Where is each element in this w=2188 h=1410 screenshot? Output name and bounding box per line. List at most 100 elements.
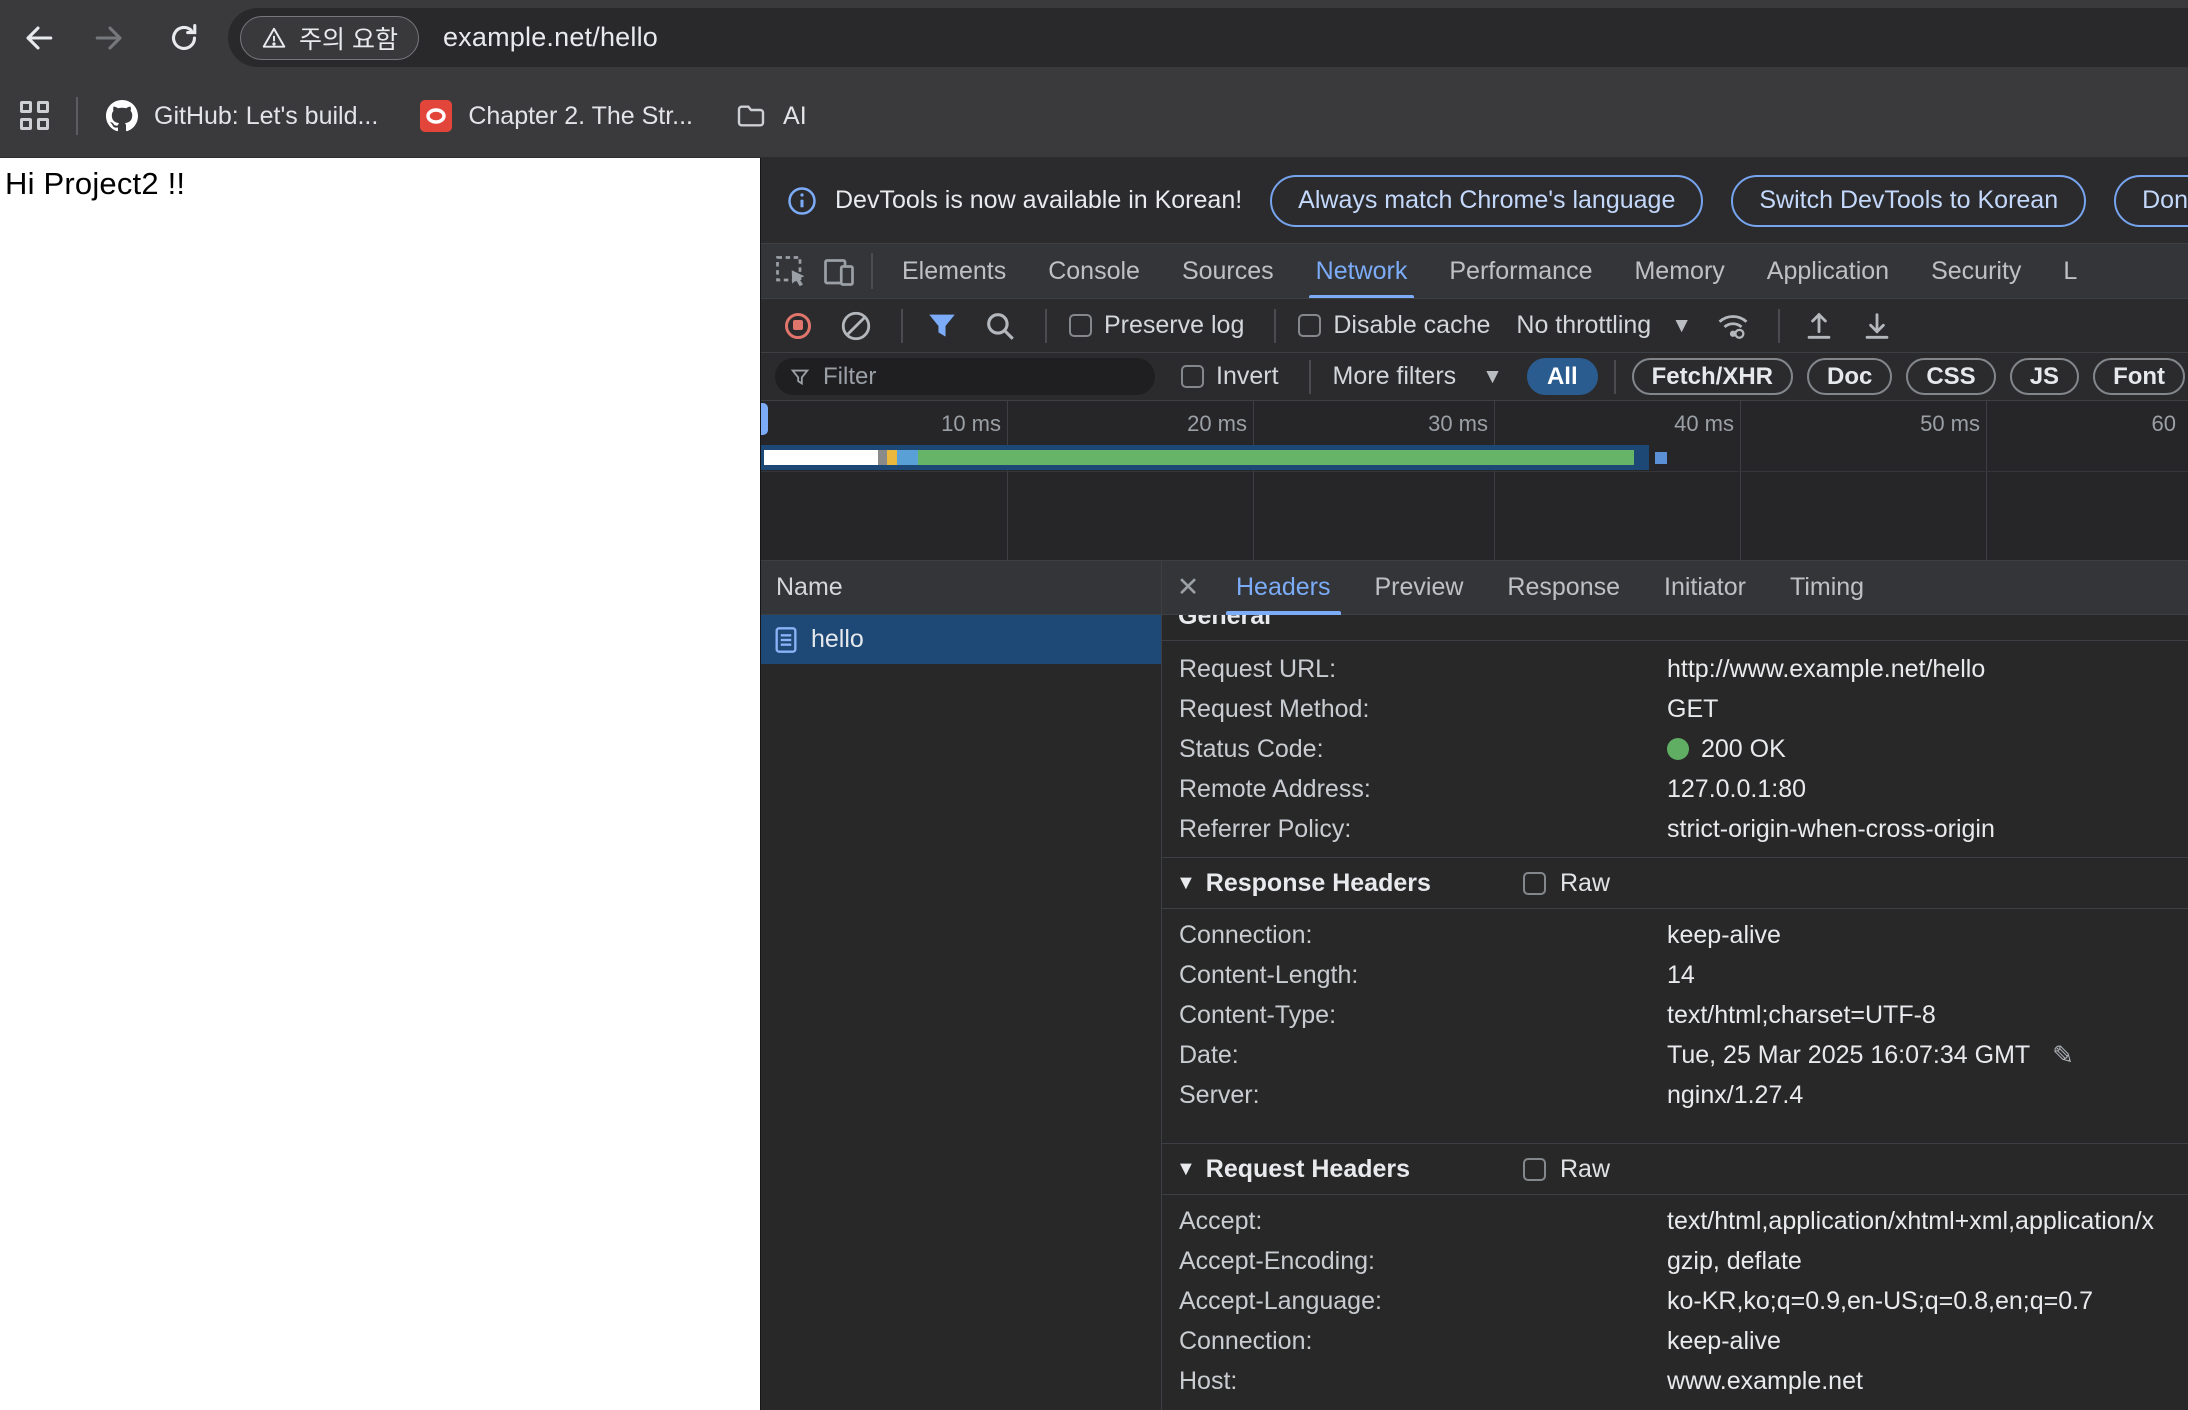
request-raw-checkbox[interactable] bbox=[1523, 1157, 1546, 1181]
clear-button[interactable] bbox=[839, 309, 873, 343]
collapse-triangle-icon[interactable]: ▼ bbox=[1176, 872, 1196, 895]
device-toolbar-button[interactable] bbox=[821, 253, 857, 289]
overview-row-divider bbox=[761, 471, 2188, 472]
more-filters-button[interactable]: More filters bbox=[1333, 362, 1457, 391]
network-filter-row: Filter Invert More filters ▼ All Fetch/X… bbox=[761, 353, 2188, 401]
record-button[interactable] bbox=[781, 309, 815, 343]
general-row: Request URL: http://www.example.net/hell… bbox=[1162, 649, 2188, 689]
invert-checkbox[interactable] bbox=[1181, 365, 1204, 388]
bookmark-chapter2[interactable]: Chapter 2. The Str... bbox=[420, 100, 693, 132]
site-warning-label: 주의 요함 bbox=[299, 25, 398, 54]
details-tab-response[interactable]: Response bbox=[1485, 561, 1642, 615]
row-value: nginx/1.27.4 bbox=[1667, 1080, 1804, 1109]
filter-toggle-button[interactable] bbox=[925, 309, 959, 343]
switch-korean-button[interactable]: Switch DevTools to Korean bbox=[1731, 174, 2087, 227]
request-headers-section-header[interactable]: ▼ Request Headers Raw bbox=[1162, 1143, 2188, 1195]
reload-button[interactable] bbox=[156, 10, 212, 66]
filter-pill-js[interactable]: JS bbox=[2009, 358, 2080, 395]
details-tab-initiator[interactable]: Initiator bbox=[1642, 561, 1768, 615]
bookmark-chapter2-label: Chapter 2. The Str... bbox=[468, 101, 694, 130]
filter-input-funnel-icon bbox=[790, 369, 810, 385]
details-tab-preview[interactable]: Preview bbox=[1353, 561, 1486, 615]
details-tab-timing[interactable]: Timing bbox=[1768, 561, 1886, 615]
tab-network[interactable]: Network bbox=[1295, 244, 1429, 298]
filter-pill-doc[interactable]: Doc bbox=[1807, 358, 1893, 395]
search-button[interactable] bbox=[983, 309, 1017, 343]
network-conditions-icon bbox=[1718, 314, 1748, 339]
tabbar-divider bbox=[871, 253, 873, 289]
details-tab-headers[interactable]: Headers bbox=[1214, 561, 1353, 615]
filter-pill-font[interactable]: Font bbox=[2093, 358, 2186, 395]
tab-console[interactable]: Console bbox=[1027, 244, 1161, 298]
response-raw-checkbox[interactable] bbox=[1523, 871, 1546, 895]
export-har-button[interactable] bbox=[1860, 309, 1894, 343]
apps-grid-icon[interactable] bbox=[20, 101, 50, 131]
throttling-caret-icon[interactable]: ▼ bbox=[1671, 314, 1692, 338]
filter-pill-all[interactable]: All bbox=[1526, 358, 1598, 395]
waterfall-segment-request bbox=[897, 450, 918, 465]
bookmark-folder-ai[interactable]: AI bbox=[735, 100, 807, 132]
row-label: Status Code: bbox=[1179, 734, 1324, 763]
browser-toolbar: 주의 요함 example.net/hello bbox=[0, 0, 2188, 75]
throttling-select[interactable]: No throttling bbox=[1516, 311, 1651, 340]
row-value: text/html;charset=UTF-8 bbox=[1667, 1000, 1936, 1029]
back-button[interactable] bbox=[10, 10, 66, 66]
row-label: Connection: bbox=[1179, 1326, 1313, 1355]
network-overview[interactable]: 10 ms 20 ms 30 ms 40 ms 50 ms 60 bbox=[761, 401, 2188, 561]
disable-cache-checkbox[interactable] bbox=[1298, 314, 1322, 337]
request-details-pane: ✕ Headers Preview Response Initiator Tim… bbox=[1162, 561, 2188, 1410]
waterfall-segment-download bbox=[918, 450, 1634, 465]
network-toolbar: Preserve log Disable cache No throttling… bbox=[761, 299, 2188, 353]
inspect-element-button[interactable] bbox=[773, 253, 809, 289]
import-har-icon bbox=[1807, 312, 1831, 339]
tab-lighthouse-clipped[interactable]: L bbox=[2042, 244, 2098, 298]
tab-sources[interactable]: Sources bbox=[1161, 244, 1295, 298]
network-conditions-button[interactable] bbox=[1716, 309, 1750, 343]
forward-button[interactable] bbox=[82, 10, 138, 66]
row-label: Referrer Policy: bbox=[1179, 814, 1352, 843]
back-icon bbox=[26, 26, 53, 49]
general-section-title: General bbox=[1178, 615, 1272, 630]
github-icon bbox=[106, 100, 138, 132]
tab-elements[interactable]: Elements bbox=[881, 244, 1027, 298]
close-details-button[interactable]: ✕ bbox=[1162, 572, 1214, 603]
match-language-button[interactable]: Always match Chrome's language bbox=[1270, 174, 1704, 227]
tab-performance[interactable]: Performance bbox=[1428, 244, 1613, 298]
tick-20ms: 20 ms bbox=[1187, 411, 1247, 436]
row-value: ko-KR,ko;q=0.9,en-US;q=0.8,en;q=0.7 bbox=[1667, 1286, 2093, 1315]
row-value: keep-alive bbox=[1667, 1326, 1781, 1355]
bookmarks-bar: GitHub: Let's build... Chapter 2. The St… bbox=[0, 75, 2188, 158]
filter-input[interactable]: Filter bbox=[775, 358, 1155, 395]
row-value: Tue, 25 Mar 2025 16:07:34 GMT bbox=[1667, 1040, 2031, 1069]
row-value: strict-origin-when-cross-origin bbox=[1667, 814, 1995, 843]
search-icon bbox=[987, 312, 1014, 340]
site-warning-badge[interactable]: 주의 요함 bbox=[240, 15, 419, 60]
dont-show-again-button[interactable]: Don't show a bbox=[2114, 174, 2188, 227]
collapse-triangle-icon[interactable]: ▼ bbox=[1176, 1158, 1196, 1181]
request-row-hello[interactable]: hello bbox=[761, 615, 1161, 664]
preserve-log-checkbox[interactable] bbox=[1069, 314, 1092, 337]
omnibox[interactable]: 주의 요함 example.net/hello bbox=[228, 8, 2188, 67]
more-filters-caret-icon[interactable]: ▼ bbox=[1482, 365, 1503, 389]
tab-memory[interactable]: Memory bbox=[1613, 244, 1745, 298]
bookmark-github[interactable]: GitHub: Let's build... bbox=[106, 100, 378, 132]
filter-pill-css[interactable]: CSS bbox=[1906, 358, 1996, 395]
waterfall-bar[interactable] bbox=[761, 445, 1649, 470]
general-row: Remote Address: 127.0.0.1:80 bbox=[1162, 769, 2188, 809]
tab-application[interactable]: Application bbox=[1746, 244, 1910, 298]
name-column-header[interactable]: Name bbox=[761, 561, 1161, 615]
row-value: keep-alive bbox=[1667, 920, 1781, 949]
response-headers-rows: Connection: keep-alive Content-Length: 14 … bbox=[1162, 909, 2188, 1115]
oracle-icon bbox=[420, 100, 453, 132]
filter-pill-fetchxhr[interactable]: Fetch/XHR bbox=[1631, 358, 1793, 395]
general-section: Request URL: http://www.example.net/hell… bbox=[1162, 641, 2188, 849]
tab-security[interactable]: Security bbox=[1910, 244, 2042, 298]
edit-header-icon[interactable]: ✎ bbox=[2052, 1040, 2074, 1071]
response-headers-section-header[interactable]: ▼ Response Headers Raw bbox=[1162, 857, 2188, 909]
import-har-button[interactable] bbox=[1802, 309, 1836, 343]
bookmarks-divider bbox=[76, 97, 78, 135]
preserve-log-label: Preserve log bbox=[1104, 311, 1245, 339]
row-label: Server: bbox=[1179, 1080, 1260, 1109]
selection-handle[interactable] bbox=[761, 403, 768, 435]
warning-icon bbox=[262, 27, 286, 48]
